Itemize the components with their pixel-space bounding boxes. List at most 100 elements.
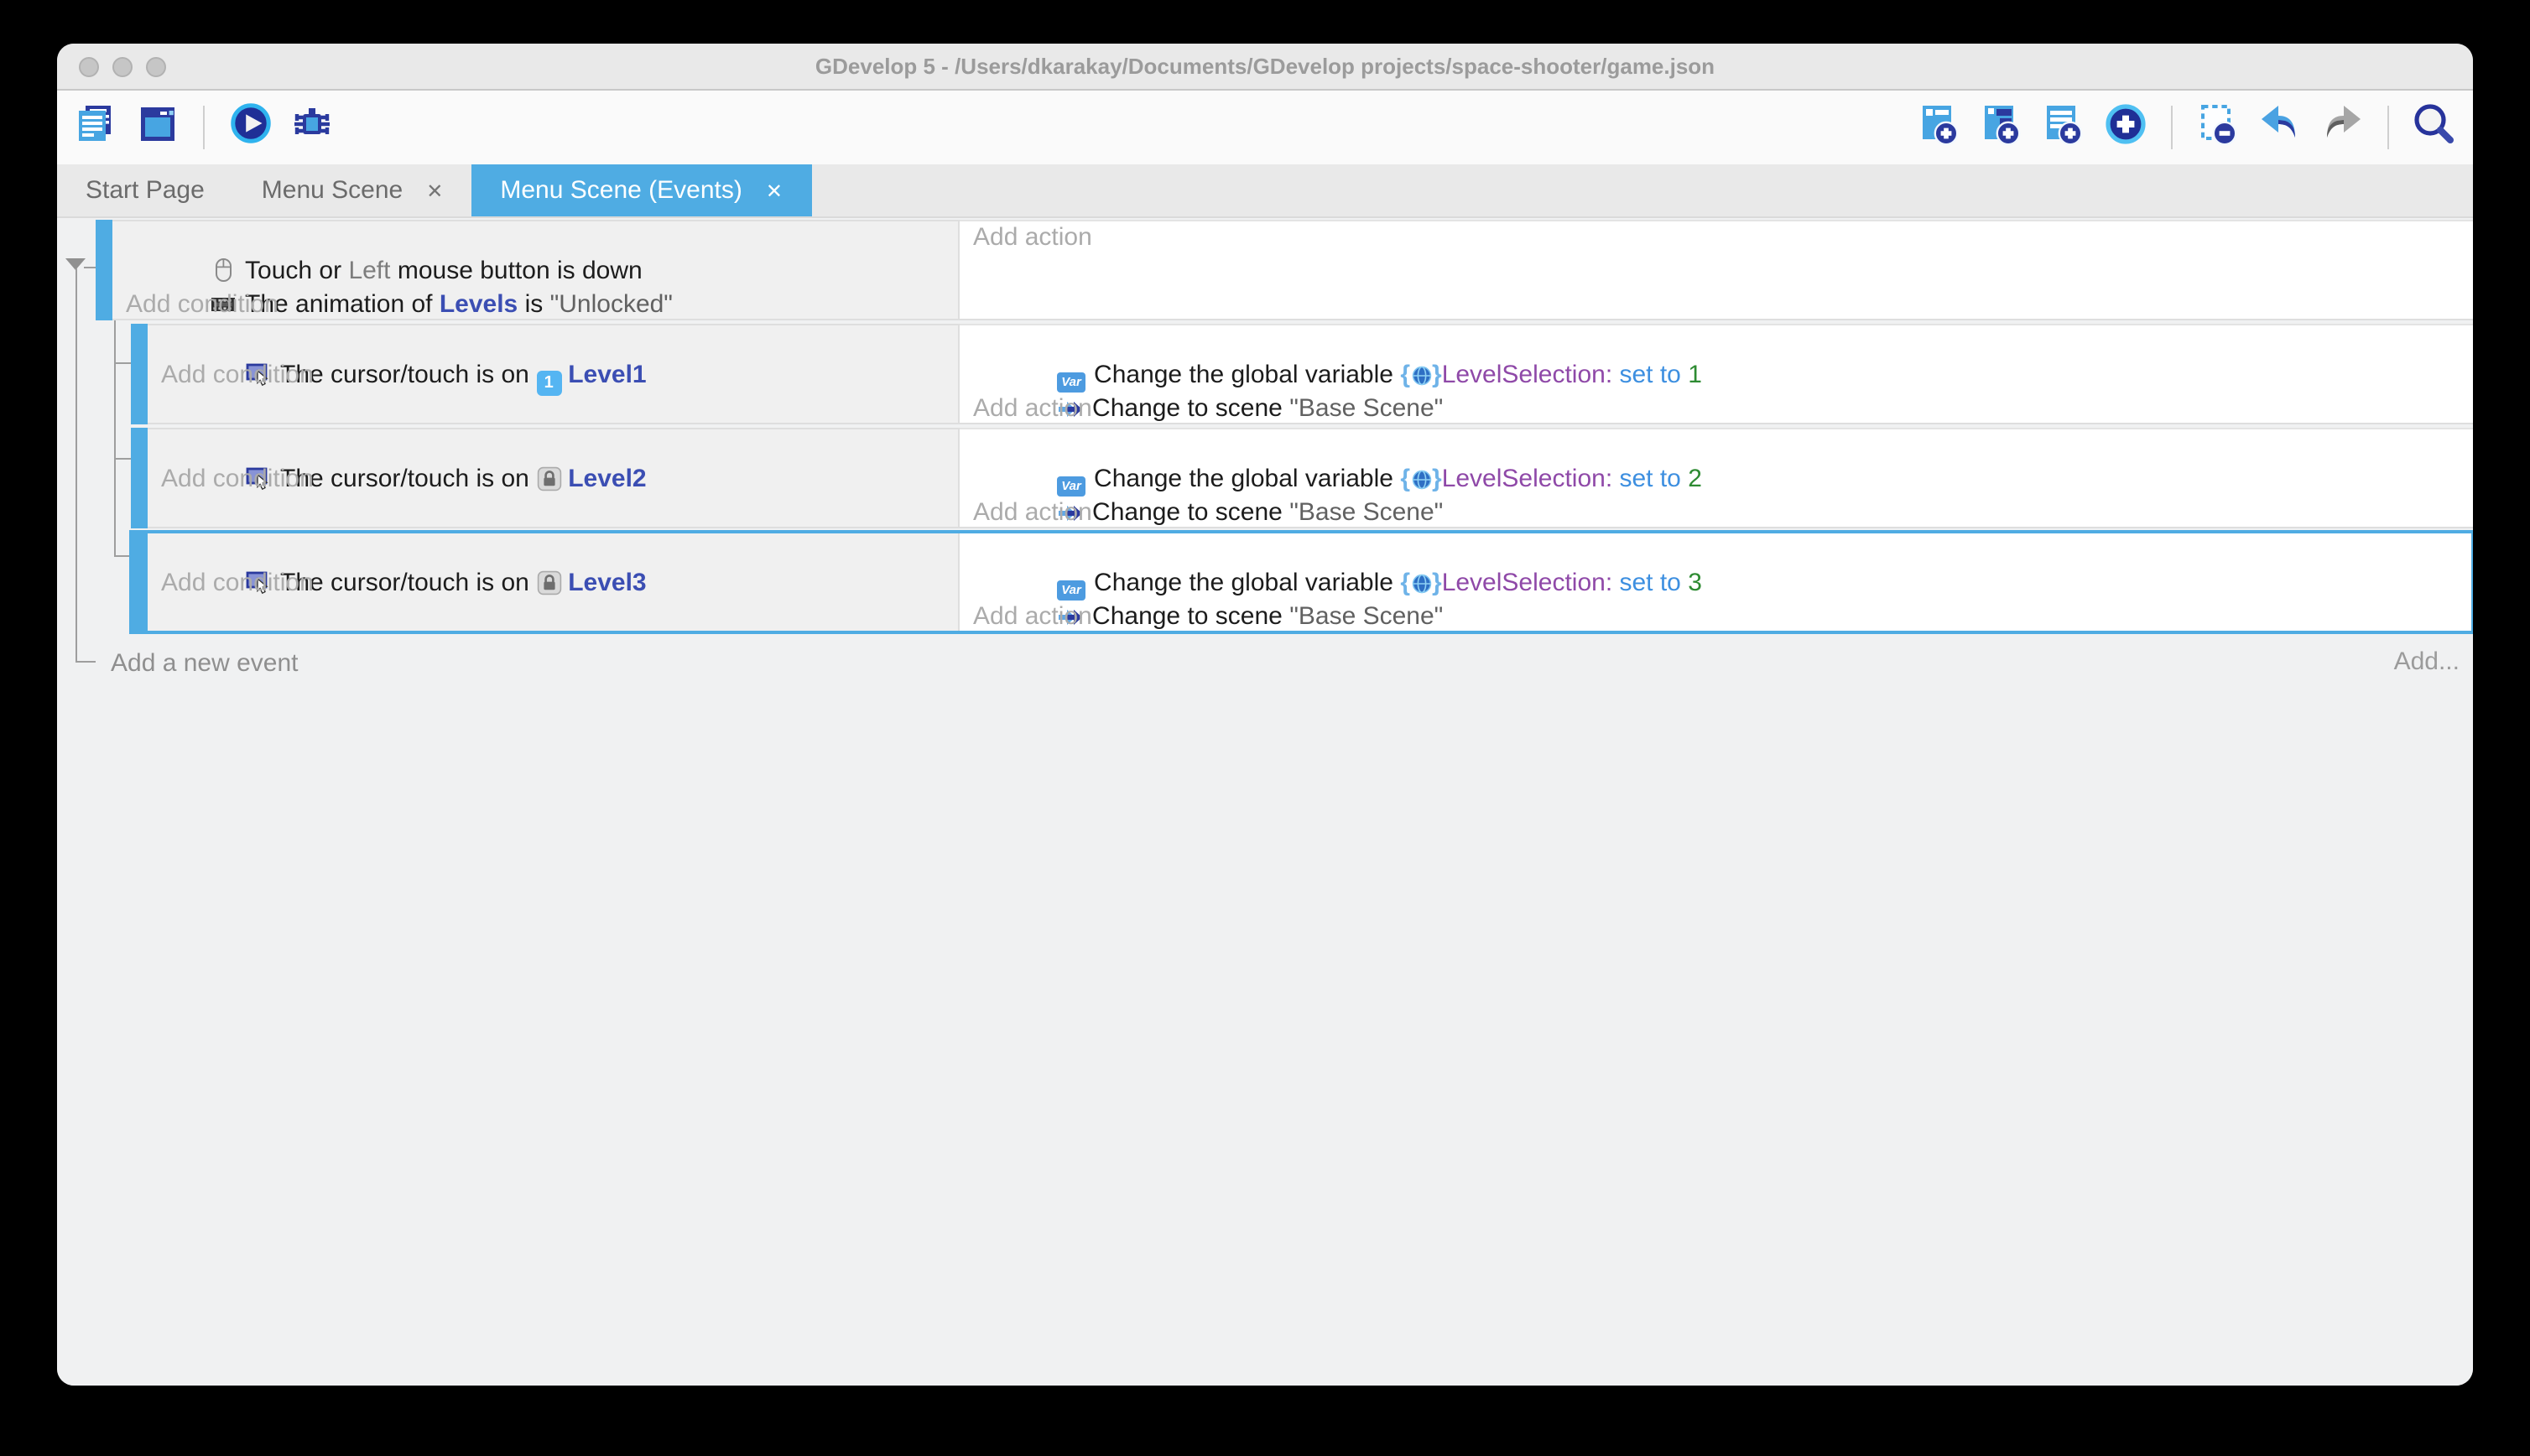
action-change-variable[interactable]: VarChange the global variable {}LevelSel…	[973, 533, 2473, 567]
actions-cell: VarChange the global variable {}LevelSel…	[960, 324, 2473, 424]
condition-cursor-on[interactable]: The cursor/touch is on Level2	[161, 429, 958, 463]
screen: GDevelop 5 - /Users/dkarakay/Documents/G…	[0, 0, 2530, 1456]
close-tab-icon[interactable]: ✕	[766, 179, 783, 202]
condition-param: Left	[348, 257, 390, 285]
events-sheet: Touch or Left mouse button is down The a…	[57, 218, 2473, 1386]
setter-text: set to	[1612, 465, 1688, 493]
add-circle-icon	[2102, 100, 2149, 155]
variable-icon: Var	[1057, 580, 1085, 600]
condition-string: "Unlocked"	[550, 290, 673, 319]
close-window-button[interactable]	[79, 57, 99, 77]
event-bar[interactable]	[131, 532, 148, 632]
object-name: Level2	[568, 465, 646, 493]
brace-close: }	[1432, 569, 1442, 597]
play-button[interactable]	[225, 102, 275, 153]
condition-cursor-on[interactable]: The cursor/touch is on 1Level1	[161, 325, 958, 359]
locked-object-icon	[536, 466, 561, 502]
traffic-lights	[79, 57, 166, 77]
brace-close: }	[1432, 465, 1442, 493]
tree-line	[75, 661, 96, 663]
tab-start-page[interactable]: Start Page	[57, 164, 233, 216]
gdevelop-window: GDevelop 5 - /Users/dkarakay/Documents/G…	[57, 44, 2473, 1386]
variable-name: LevelSelection:	[1442, 465, 1612, 493]
setter-text: set to	[1612, 361, 1688, 389]
scene-editor-button[interactable]	[133, 102, 183, 153]
redo-button[interactable]	[2317, 102, 2367, 153]
delete-event-button[interactable]	[2193, 102, 2243, 153]
tab-menu-scene-events[interactable]: Menu Scene (Events) ✕	[471, 164, 811, 216]
action-text: Change to scene	[1092, 394, 1289, 423]
action-change-variable[interactable]: VarChange the global variable {}LevelSel…	[973, 429, 2473, 463]
tree-line	[114, 458, 131, 460]
condition-cursor-on[interactable]: The cursor/touch is on Level3	[161, 533, 958, 567]
minimize-window-button[interactable]	[112, 57, 133, 77]
debug-button[interactable]	[287, 102, 337, 153]
level1-object-icon: 1	[536, 371, 561, 396]
redo-icon	[2317, 100, 2367, 155]
conditions-cell: The cursor/touch is on 1Level1 Add condi…	[148, 324, 960, 424]
tree-line	[114, 320, 116, 555]
add-comment-icon	[2040, 100, 2087, 155]
brace-open: {	[1400, 361, 1410, 389]
tab-menu-scene[interactable]: Menu Scene ✕	[233, 164, 472, 216]
add-comment-button[interactable]	[2038, 102, 2089, 153]
tabbar: Start Page Menu Scene ✕ Menu Scene (Even…	[57, 164, 2473, 218]
scene-name: "Base Scene"	[1289, 498, 1443, 527]
scene-name: "Base Scene"	[1289, 602, 1443, 631]
add-sub-event-button[interactable]	[1976, 102, 2027, 153]
add-event-button[interactable]	[1914, 102, 1965, 153]
object-name: Level1	[568, 361, 646, 389]
variable-icon: Var	[1057, 372, 1085, 392]
debug-chip-icon	[289, 100, 336, 155]
event-sub-level1[interactable]: The cursor/touch is on 1Level1 Add condi…	[131, 324, 2473, 424]
add-sub-event-icon	[1978, 100, 2025, 155]
event-sub-level2[interactable]: The cursor/touch is on Level2 Add condit…	[131, 428, 2473, 528]
condition-text: mouse button is down	[391, 257, 643, 285]
value-number: 2	[1688, 465, 1702, 493]
action-change-variable[interactable]: VarChange the global variable {}LevelSel…	[973, 325, 2473, 359]
zoom-window-button[interactable]	[146, 57, 166, 77]
event-root[interactable]: Touch or Left mouse button is down The a…	[96, 220, 2473, 320]
object-name: Levels	[440, 290, 518, 319]
add-action-button[interactable]: Add action	[973, 221, 2473, 255]
action-text: Change the global variable	[1094, 361, 1400, 389]
event-bar[interactable]	[96, 220, 112, 320]
variable-icon: Var	[1057, 476, 1085, 496]
undo-button[interactable]	[2255, 102, 2305, 153]
add-new-event-button[interactable]: Add a new event	[111, 647, 2473, 681]
search-events-button[interactable]	[2409, 102, 2460, 153]
brace-open: {	[1400, 569, 1410, 597]
close-tab-icon[interactable]: ✕	[426, 179, 443, 202]
action-text: Change the global variable	[1094, 569, 1400, 597]
actions-cell: Var Change the global variable {}LevelSel…	[960, 428, 2473, 528]
tree-line	[114, 555, 131, 557]
add-event-icon	[1916, 100, 1963, 155]
undo-icon	[2255, 100, 2305, 155]
tree-line	[84, 267, 96, 268]
tab-label: Menu Scene	[262, 176, 403, 205]
project-manager-button[interactable]	[70, 102, 121, 153]
event-bar[interactable]	[131, 324, 148, 424]
toolbar	[57, 91, 2473, 164]
add-more-button[interactable]: Add...	[2394, 646, 2460, 679]
object-name: Level3	[568, 569, 646, 597]
add-other-event-button[interactable]	[2101, 102, 2151, 153]
action-text: Change to scene	[1092, 602, 1289, 631]
conditions-cell: Touch or Left mouse button is down The a…	[112, 220, 960, 320]
condition-text: The cursor/touch is on	[280, 569, 536, 597]
event-sub-level3[interactable]: The cursor/touch is on Level3 Add condit…	[131, 532, 2473, 632]
brace-close: }	[1432, 361, 1442, 389]
action-text: Change to scene	[1092, 498, 1289, 527]
condition-text: is	[518, 290, 549, 319]
condition-text: The cursor/touch is on	[280, 465, 536, 493]
event-bar[interactable]	[131, 428, 148, 528]
brace-open: {	[1400, 465, 1410, 493]
value-number: 3	[1688, 569, 1702, 597]
condition-touch-mouse[interactable]: Touch or Left mouse button is down	[126, 221, 958, 255]
variable-name: LevelSelection:	[1442, 569, 1612, 597]
play-icon	[227, 101, 273, 154]
actions-cell: Add action	[960, 220, 2473, 320]
action-text: Change the global variable	[1094, 465, 1400, 493]
value-number: 1	[1688, 361, 1702, 389]
locked-object-icon	[536, 570, 561, 606]
